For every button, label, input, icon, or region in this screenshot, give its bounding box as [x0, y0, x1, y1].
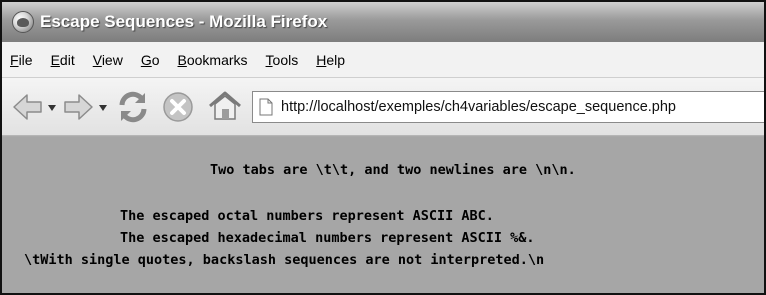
- output-line: The escaped hexadecimal numbers represen…: [120, 230, 535, 246]
- page-icon: [259, 98, 273, 116]
- menu-bookmarks[interactable]: Bookmarks: [178, 52, 248, 68]
- stop-icon[interactable]: [161, 90, 195, 124]
- output-line: \tWith single quotes, backslash sequence…: [24, 252, 545, 268]
- menu-edit[interactable]: Edit: [51, 52, 75, 68]
- forward-arrow-icon[interactable]: [62, 91, 94, 123]
- url-text: http://localhost/exemples/ch4variables/e…: [281, 99, 676, 115]
- output-line: Two tabs are \t\t, and two newlines are …: [210, 162, 576, 178]
- menu-go[interactable]: Go: [141, 52, 160, 68]
- browser-window: Escape Sequences - Mozilla Firefox File …: [0, 0, 766, 295]
- menu-file[interactable]: File: [10, 52, 33, 68]
- page-content: Two tabs are \t\t, and two newlines are …: [2, 137, 764, 293]
- title-bar[interactable]: Escape Sequences - Mozilla Firefox: [2, 2, 764, 42]
- menu-view[interactable]: View: [93, 52, 123, 68]
- navigation-toolbar: http://localhost/exemples/ch4variables/e…: [2, 78, 764, 136]
- forward-dropdown-icon[interactable]: [99, 104, 107, 112]
- menu-tools[interactable]: Tools: [266, 52, 299, 68]
- menu-bar: File Edit View Go Bookmarks Tools Help: [2, 42, 764, 78]
- menu-help[interactable]: Help: [316, 52, 345, 68]
- back-arrow-icon[interactable]: [12, 91, 44, 123]
- back-dropdown-icon[interactable]: [48, 104, 56, 112]
- address-bar[interactable]: http://localhost/exemples/ch4variables/e…: [252, 91, 764, 123]
- window-title: Escape Sequences - Mozilla Firefox: [40, 12, 328, 31]
- output-line: The escaped octal numbers represent ASCI…: [120, 208, 494, 224]
- reload-icon[interactable]: [114, 88, 152, 126]
- firefox-icon: [12, 11, 34, 33]
- home-icon[interactable]: [207, 88, 243, 124]
